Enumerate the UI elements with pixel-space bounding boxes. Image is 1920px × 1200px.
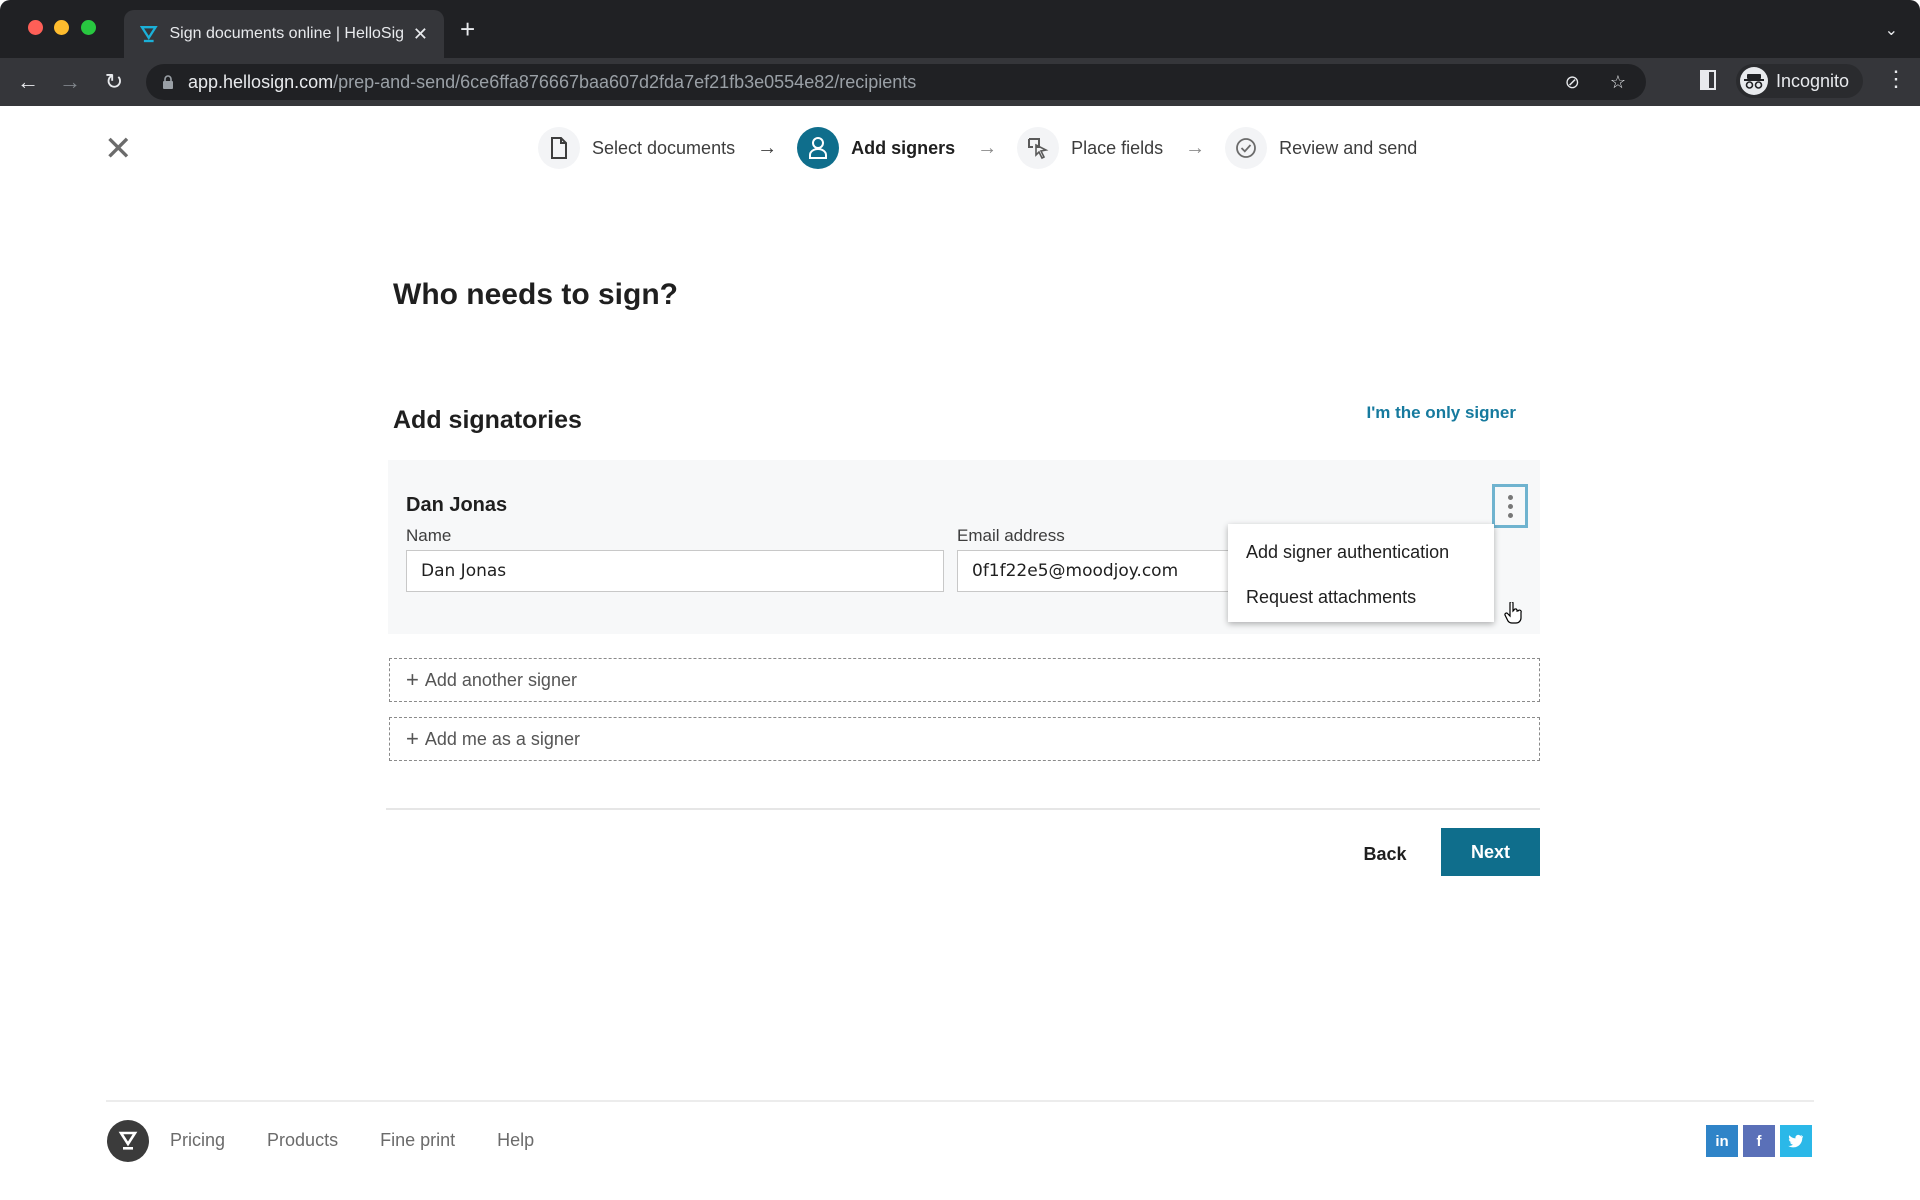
menu-item-add-signer-authentication[interactable]: Add signer authentication: [1246, 542, 1449, 563]
add-another-signer-label: Add another signer: [424, 669, 577, 690]
name-input[interactable]: [406, 550, 944, 592]
step-arrow-icon: →: [1185, 136, 1206, 159]
facebook-icon[interactable]: f: [1743, 1125, 1775, 1157]
step-label: Review and send: [1279, 137, 1418, 158]
add-another-signer-button[interactable]: + Add another signer: [389, 658, 1540, 702]
place-fields-icon: [1017, 127, 1060, 169]
url-path: /prep-and-send/6ce6ffa876667baa607d2fda7…: [333, 71, 917, 92]
lock-icon: [163, 75, 173, 89]
eye-off-icon[interactable]: ⊘: [1565, 72, 1580, 93]
window-close-button[interactable]: [28, 20, 43, 35]
tab-title: Sign documents online | HelloSign: [169, 25, 403, 42]
page-title: Who needs to sign?: [393, 278, 678, 311]
back-arrow-icon[interactable]: ←: [14, 68, 42, 96]
reload-icon[interactable]: ↻: [100, 68, 128, 96]
step-arrow-icon: →: [977, 136, 998, 159]
hellosign-favicon-icon: [140, 26, 158, 43]
profile-label: Incognito: [1776, 70, 1850, 91]
step-label: Select documents: [592, 137, 736, 158]
linkedin-icon[interactable]: in: [1706, 1125, 1738, 1157]
only-signer-link[interactable]: I'm the only signer: [1366, 403, 1516, 423]
divider: [386, 808, 1540, 810]
signer-options-button[interactable]: [1492, 484, 1528, 528]
browser-toolbar: ← → ↻ app.hellosign.com/prep-and-send/6c…: [0, 58, 1920, 106]
check-circle-icon: [1225, 127, 1268, 169]
step-arrow-icon: →: [757, 136, 778, 159]
section-title: Add signatories: [393, 406, 582, 434]
plus-icon: +: [406, 726, 419, 751]
close-icon[interactable]: ✕: [104, 132, 133, 166]
footer-link-help[interactable]: Help: [497, 1130, 534, 1151]
url-host: app.hellosign.com: [188, 71, 334, 92]
back-button[interactable]: Back: [1350, 830, 1420, 878]
incognito-profile-button[interactable]: Incognito: [1736, 64, 1864, 98]
step-place-fields[interactable]: Place fields: [1017, 127, 1163, 169]
footer-link-fine-print[interactable]: Fine print: [380, 1130, 455, 1151]
url-text: app.hellosign.com/prep-and-send/6ce6ffa8…: [188, 72, 916, 93]
name-label: Name: [406, 526, 452, 545]
step-review-and-send[interactable]: Review and send: [1225, 127, 1417, 169]
add-me-as-signer-button[interactable]: + Add me as a signer: [389, 717, 1540, 761]
footer-divider: [106, 1100, 1814, 1102]
plus-icon: +: [406, 667, 419, 692]
email-label: Email address: [957, 526, 1065, 545]
window-maximize-button[interactable]: [81, 20, 96, 35]
signer-title: Dan Jonas: [406, 494, 508, 516]
address-bar[interactable]: app.hellosign.com/prep-and-send/6ce6ffa8…: [146, 64, 1646, 100]
step-select-documents[interactable]: Select documents: [538, 127, 735, 169]
person-icon: [797, 127, 840, 169]
window-minimize-button[interactable]: [54, 20, 69, 35]
kebab-dot: [1508, 513, 1513, 518]
footer-link-pricing[interactable]: Pricing: [170, 1130, 225, 1151]
browser-titlebar: Sign documents online | HelloSign ✕ + ⌄: [0, 0, 1920, 58]
add-me-as-signer-label: Add me as a signer: [424, 728, 580, 749]
new-tab-button[interactable]: +: [460, 16, 475, 42]
hellosign-logo-icon[interactable]: [107, 1120, 149, 1162]
page: ✕ Select documents → Add signers → Place…: [0, 106, 1920, 1200]
signer-options-menu: Add signer authentication Request attach…: [1228, 524, 1494, 622]
side-panel-icon[interactable]: [1700, 70, 1716, 90]
browser-tab[interactable]: Sign documents online | HelloSign ✕: [124, 10, 444, 58]
forward-arrow-icon[interactable]: →: [56, 68, 84, 96]
tab-list-chevron-icon[interactable]: ⌄: [1885, 20, 1898, 40]
next-button[interactable]: Next: [1441, 828, 1540, 876]
document-icon: [538, 127, 580, 169]
tab-close-icon[interactable]: ✕: [413, 24, 428, 45]
footer-link-products[interactable]: Products: [267, 1130, 338, 1151]
step-label: Add signers: [851, 137, 956, 158]
step-label: Place fields: [1071, 137, 1164, 158]
kebab-dot: [1508, 495, 1513, 500]
footer-links: Pricing Products Fine print Help: [170, 1130, 534, 1151]
step-add-signers[interactable]: Add signers: [797, 127, 955, 169]
bookmark-star-icon[interactable]: ☆: [1610, 72, 1626, 93]
kebab-dot: [1508, 504, 1513, 509]
hand-pointer-cursor-icon: [1504, 602, 1522, 624]
incognito-icon: [1740, 67, 1768, 95]
browser-menu-icon[interactable]: ⋮: [1885, 66, 1907, 92]
menu-item-request-attachments[interactable]: Request attachments: [1246, 587, 1416, 608]
twitter-icon[interactable]: [1780, 1125, 1812, 1157]
progress-stepper: Select documents → Add signers → Place f…: [538, 126, 1417, 170]
